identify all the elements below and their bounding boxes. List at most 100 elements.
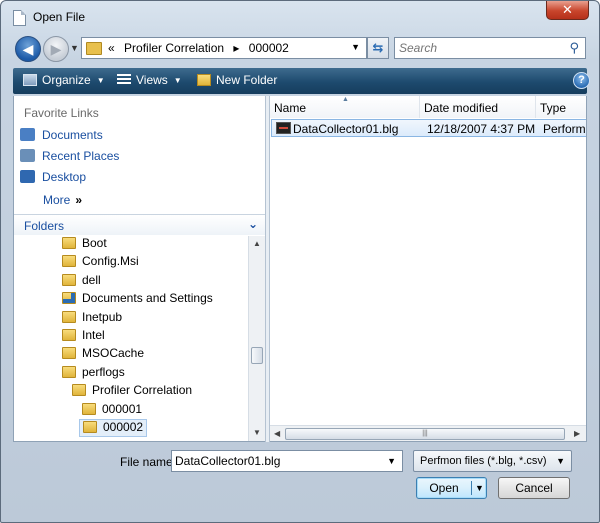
folder-icon [62,311,76,323]
column-label: Type [540,101,567,115]
more-label: More [43,193,71,207]
folders-label: Folders [24,219,65,233]
scroll-left-icon[interactable]: ◀ [274,429,280,438]
perfmon-file-icon [276,122,291,134]
folders-header[interactable]: Folders ⌄ [14,214,265,235]
scroll-thumb[interactable]: ||| [285,428,565,440]
search-input[interactable] [399,40,559,56]
search-box[interactable]: ⚲ [394,37,586,59]
folder-tree: Boot Config.Msi dell Documents and Setti… [14,236,248,441]
close-button[interactable]: ✕ [546,1,589,20]
organize-icon [23,74,37,86]
tree-item[interactable]: 000001 [82,402,142,420]
folder-icon [62,347,76,359]
folder-icon [62,237,76,249]
tree-item-label: 000002 [103,420,144,434]
breadcrumb-item[interactable]: Profiler Correlation [124,41,224,55]
breadcrumb-item[interactable]: 000002 [249,41,289,55]
double-chevron-icon: » [75,193,83,207]
favorite-link-desktop[interactable]: Desktop [20,170,86,188]
favorite-link-label: Desktop [42,170,87,184]
tree-item-label: Documents and Settings [82,291,213,305]
breadcrumb: « Profiler Correlation ▸ 000002 [108,41,295,55]
chevron-down-icon: ▼ [556,456,565,466]
favorite-link-documents[interactable]: Documents [20,128,103,146]
favorite-link-label: Documents [42,128,103,142]
favorite-link-recent-places[interactable]: Recent Places [20,149,119,167]
views-icon [117,74,131,86]
tree-item-label: perflogs [82,365,125,379]
organize-button[interactable]: Organize ▼ [23,73,105,87]
search-icon[interactable]: ⚲ [569,40,579,56]
tree-item[interactable]: Config.Msi [62,254,139,272]
views-button[interactable]: Views ▼ [117,73,182,87]
title-bar: Open File ✕ [1,1,599,33]
file-name-label: File name: [120,455,177,469]
address-bar[interactable]: « Profiler Correlation ▸ 000002 ▼ [81,37,367,59]
window-title: Open File [33,10,86,24]
open-split-button[interactable]: Open ▼ [416,477,487,499]
recent-places-icon [20,149,35,162]
tree-item[interactable]: MSOCache [62,346,144,364]
help-button[interactable]: ? [573,72,590,89]
folder-icon [62,274,76,286]
folder-icon [62,366,76,378]
folder-icon [83,421,97,433]
tree-item-label: Boot [82,236,107,250]
open-file-dialog: Open File ✕ ◀ ▶ ▼ « Profiler Correlation… [0,0,600,523]
tree-item[interactable]: Documents and Settings [62,291,213,309]
column-label: Date modified [424,101,499,115]
grip-icon: ||| [422,430,428,437]
tree-item-selected[interactable]: 000002 [79,419,148,437]
folder-icon [62,255,76,267]
chevron-down-icon[interactable]: ▼ [387,456,396,466]
back-button[interactable]: ◀ [15,36,41,62]
forward-button[interactable]: ▶ [43,36,69,62]
document-icon [13,10,26,26]
favorite-link-label: Recent Places [42,149,120,163]
new-folder-label: New Folder [216,73,278,87]
chevron-down-icon[interactable]: ⌄ [248,217,258,231]
folder-icon [86,42,102,55]
tree-item[interactable]: Inetpub [62,310,122,328]
column-header-type[interactable]: Type [536,96,586,118]
tree-item-label: 000001 [102,402,143,416]
more-links-button[interactable]: More » [43,193,82,207]
breadcrumb-separator-icon[interactable]: ▸ [233,41,239,55]
file-name-combobox[interactable]: ▼ [171,450,403,472]
chevron-down-icon[interactable]: ▼ [475,478,484,498]
tree-item[interactable]: Intel [62,328,105,346]
file-type: Performa [543,122,586,136]
tree-item[interactable]: Profiler Correlation [72,383,192,401]
column-label: Name [274,101,307,115]
history-dropdown-icon[interactable]: ▼ [70,43,79,53]
file-row[interactable]: DataCollector01.blg 12/18/2007 4:37 PM P… [271,119,586,137]
scroll-right-icon[interactable]: ▶ [574,429,580,438]
open-button-label[interactable]: Open [417,478,471,498]
scroll-up-icon[interactable]: ▲ [253,239,261,248]
file-name-input[interactable] [175,453,375,469]
refresh-button[interactable]: ⇆ [367,37,389,59]
column-header-date-modified[interactable]: Date modified [420,96,536,118]
tree-item[interactable]: dell [62,273,101,291]
file-name: DataCollector01.blg [293,122,399,136]
file-type-value: Perfmon files (*.blg, *.csv) [420,455,547,467]
folder-tree-scrollbar[interactable]: ▲ ▼ [248,236,265,441]
scroll-thumb[interactable] [251,347,263,364]
new-folder-button[interactable]: New Folder [197,73,277,87]
tree-item[interactable]: Boot [62,236,107,254]
cancel-button[interactable]: Cancel [498,477,570,499]
tree-item-label: Profiler Correlation [92,383,193,397]
tree-item-label: MSOCache [82,346,145,360]
file-type-select[interactable]: Perfmon files (*.blg, *.csv) ▼ [413,450,572,472]
sort-ascending-icon: ▲ [342,96,349,103]
address-dropdown-icon[interactable]: ▼ [351,42,360,52]
breadcrumb-overflow[interactable]: « [108,41,115,55]
new-folder-icon [197,74,211,86]
folder-icon [82,403,96,415]
tree-item[interactable]: perflogs [62,365,125,383]
file-list-scrollbar[interactable]: ◀ ||| ▶ [270,425,586,441]
tree-item-label: Config.Msi [82,254,139,268]
scroll-down-icon[interactable]: ▼ [253,428,261,437]
file-date-modified: 12/18/2007 4:37 PM [427,122,536,136]
